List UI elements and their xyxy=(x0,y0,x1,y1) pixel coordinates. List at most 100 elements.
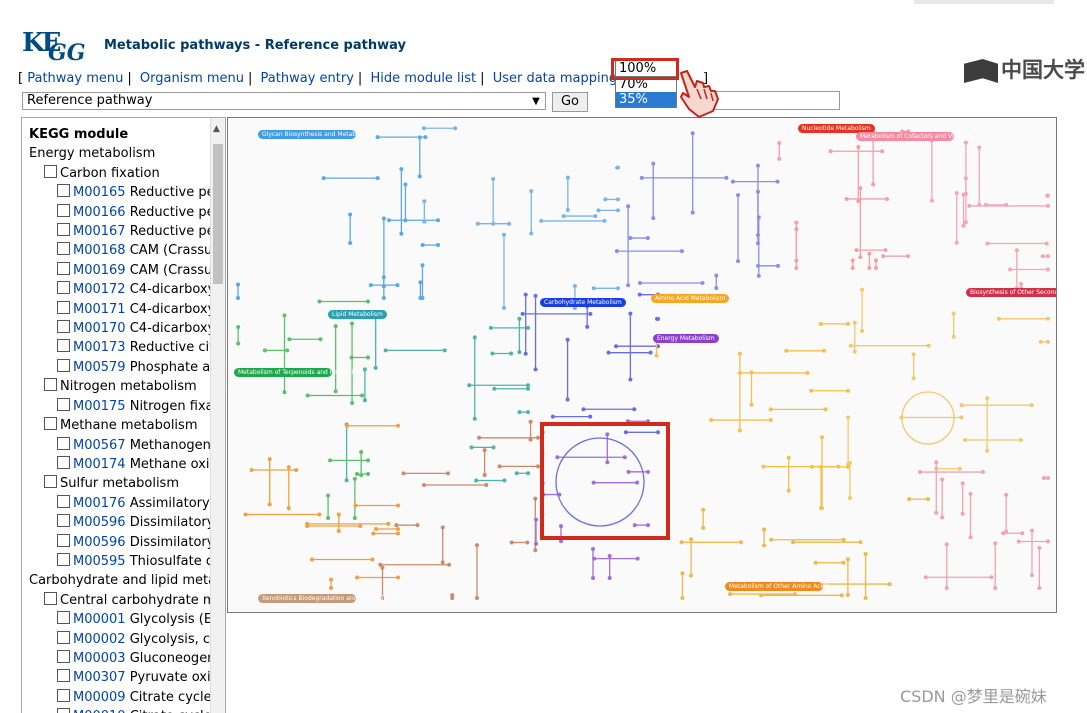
module-item[interactable]: M00165 Reductive pentose phosphate cycle xyxy=(29,183,214,202)
module-item[interactable]: M00002 Glycolysis, core module xyxy=(29,630,214,649)
module-item[interactable]: M00168 CAM (Crassulacean acid metabolism… xyxy=(29,241,214,260)
module-item[interactable]: M00174 Methane oxidation xyxy=(29,455,214,474)
module-item[interactable]: M00166 Reductive pentose phosphate cycle xyxy=(29,203,214,222)
module-item[interactable]: M00172 C4-dicarboxylic acid cycle xyxy=(29,280,214,299)
module-id-link[interactable]: M00002 xyxy=(73,632,126,647)
module-checkbox[interactable] xyxy=(57,514,70,528)
module-checkbox[interactable] xyxy=(57,184,70,198)
module-category[interactable]: Methane metabolism xyxy=(29,416,214,435)
module-checkbox[interactable] xyxy=(57,300,70,314)
module-checkbox[interactable] xyxy=(44,417,57,431)
map-category-label[interactable]: Biosynthesis of Other Secondary Metaboli… xyxy=(966,288,1056,297)
module-id-link[interactable]: M00595 xyxy=(73,554,126,569)
map-category-label[interactable]: Energy Metabolism xyxy=(653,334,719,343)
module-id-link[interactable]: M00176 xyxy=(73,496,126,511)
module-checkbox[interactable] xyxy=(57,649,70,663)
module-checkbox[interactable] xyxy=(57,552,70,566)
sidebar-scrollbar[interactable]: ▲ xyxy=(210,118,225,713)
module-checkbox[interactable] xyxy=(57,320,70,334)
module-id-link[interactable]: M00596 xyxy=(73,535,126,550)
module-id-link[interactable]: M00579 xyxy=(73,360,126,375)
module-checkbox[interactable] xyxy=(57,630,70,644)
module-id-link[interactable]: M00172 xyxy=(73,282,126,297)
module-item[interactable]: M00596 Dissimilatory sulfate reduction xyxy=(29,533,214,552)
module-checkbox[interactable] xyxy=(57,223,70,237)
module-checkbox[interactable] xyxy=(44,164,57,178)
module-id-link[interactable]: M00307 xyxy=(73,670,126,685)
module-id-link[interactable]: M00170 xyxy=(73,321,126,336)
module-id-link[interactable]: M00173 xyxy=(73,340,126,355)
map-category-label[interactable]: Metabolism of Other Amino Acids xyxy=(725,582,829,591)
map-category-label[interactable]: Xenobiotics Biodegradation and Metabolis… xyxy=(258,594,394,603)
module-id-link[interactable]: M00169 xyxy=(73,263,126,278)
module-id-link[interactable]: M00174 xyxy=(73,457,126,472)
kegg-logo[interactable]: KE GG xyxy=(22,28,86,68)
nav-organism-menu-link[interactable]: Organism menu xyxy=(140,71,244,86)
module-category[interactable]: Carbon fixation xyxy=(29,164,214,183)
map-select[interactable]: Reference pathway ▼ xyxy=(22,92,546,110)
module-item[interactable]: M00170 C4-dicarboxylic acid cycle xyxy=(29,319,214,338)
module-checkbox[interactable] xyxy=(57,494,70,508)
module-item[interactable]: M00010 Citrate cycle, first carbon oxida… xyxy=(29,707,214,713)
map-category-label[interactable]: Metabolism of Terpenoids and Polyketides xyxy=(234,368,364,377)
module-category[interactable]: Nitrogen metabolism xyxy=(29,377,214,396)
map-category-label[interactable]: Carbohydrate Metabolism xyxy=(540,298,626,307)
map-category-label[interactable]: Amino Acid Metabolism xyxy=(651,294,730,303)
scroll-thumb[interactable] xyxy=(213,144,223,284)
module-checkbox[interactable] xyxy=(57,242,70,256)
module-item[interactable]: M00173 Reductive citrate cycle xyxy=(29,338,214,357)
module-checkbox[interactable] xyxy=(44,475,57,489)
module-id-link[interactable]: M00171 xyxy=(73,302,126,317)
module-id-link[interactable]: M00003 xyxy=(73,651,126,666)
module-checkbox[interactable] xyxy=(57,281,70,295)
module-checkbox[interactable] xyxy=(57,708,70,713)
module-id-link[interactable]: M00567 xyxy=(73,438,126,453)
module-checkbox[interactable] xyxy=(57,397,70,411)
module-id-link[interactable]: M00001 xyxy=(73,612,126,627)
module-checkbox[interactable] xyxy=(57,611,70,625)
module-checkbox[interactable] xyxy=(57,436,70,450)
module-category[interactable]: Sulfur metabolism xyxy=(29,474,214,493)
zoom-option-35[interactable]: 35% xyxy=(615,92,677,108)
module-checkbox[interactable] xyxy=(57,669,70,683)
module-id-link[interactable]: M00596 xyxy=(73,515,126,530)
module-id-link[interactable]: M00175 xyxy=(73,399,126,414)
module-item[interactable]: M00175 Nitrogen fixation xyxy=(29,397,214,416)
module-item[interactable]: M00167 Reductive pentose phosphate cycle xyxy=(29,222,214,241)
nav-pathway-entry-link[interactable]: Pathway entry xyxy=(261,71,354,86)
module-id-link[interactable]: M00010 xyxy=(73,709,126,713)
module-checkbox[interactable] xyxy=(57,455,70,469)
module-item[interactable]: M00003 Gluconeogenesis xyxy=(29,649,214,668)
module-item[interactable]: M00171 C4-dicarboxylic acid cycle xyxy=(29,300,214,319)
module-checkbox[interactable] xyxy=(44,378,57,392)
module-item[interactable]: M00009 Citrate cycle (TCA cycle) xyxy=(29,688,214,707)
module-item[interactable]: M00307 Pyruvate oxidation xyxy=(29,668,214,687)
module-item[interactable]: M00001 Glycolysis (Embden-Meyerhof pathw… xyxy=(29,610,214,629)
module-checkbox[interactable] xyxy=(57,358,70,372)
module-checkbox[interactable] xyxy=(57,203,70,217)
module-checkbox[interactable] xyxy=(57,261,70,275)
scroll-up-icon[interactable]: ▲ xyxy=(213,124,220,134)
module-item[interactable]: M00579 Phosphate acetyltransferase xyxy=(29,358,214,377)
module-item[interactable]: M00595 Thiosulfate oxidation xyxy=(29,552,214,571)
search-input[interactable] xyxy=(705,91,840,110)
module-item[interactable]: M00596 Dissimilatory sulfate reduction xyxy=(29,513,214,532)
module-id-link[interactable]: M00167 xyxy=(73,224,126,239)
module-list-panel[interactable]: KEGG module Energy metabolism Carbon fixa… xyxy=(21,117,226,713)
nav-user-data-mapping-link[interactable]: User data mapping xyxy=(493,71,617,86)
go-button[interactable]: Go xyxy=(552,92,588,112)
module-checkbox[interactable] xyxy=(57,533,70,547)
module-item[interactable]: M00176 Assimilatory sulfate reduction xyxy=(29,494,214,513)
module-id-link[interactable]: M00009 xyxy=(73,690,126,705)
nav-hide-module-list-link[interactable]: Hide module list xyxy=(370,71,476,86)
nav-pathway-menu-link[interactable]: Pathway menu xyxy=(27,71,123,86)
module-checkbox[interactable] xyxy=(57,339,70,353)
map-category-label[interactable]: Glycan Biosynthesis and Metabolism xyxy=(258,130,372,139)
module-id-link[interactable]: M00168 xyxy=(73,243,126,258)
module-item[interactable]: M00169 CAM (Crassulacean acid metabolism… xyxy=(29,261,214,280)
map-category-label[interactable]: Metabolism of Cofactors and Vitamins xyxy=(856,132,974,141)
module-checkbox[interactable] xyxy=(44,591,57,605)
module-id-link[interactable]: M00166 xyxy=(73,205,126,220)
module-item[interactable]: M00567 Methanogenesis xyxy=(29,436,214,455)
module-checkbox[interactable] xyxy=(57,688,70,702)
